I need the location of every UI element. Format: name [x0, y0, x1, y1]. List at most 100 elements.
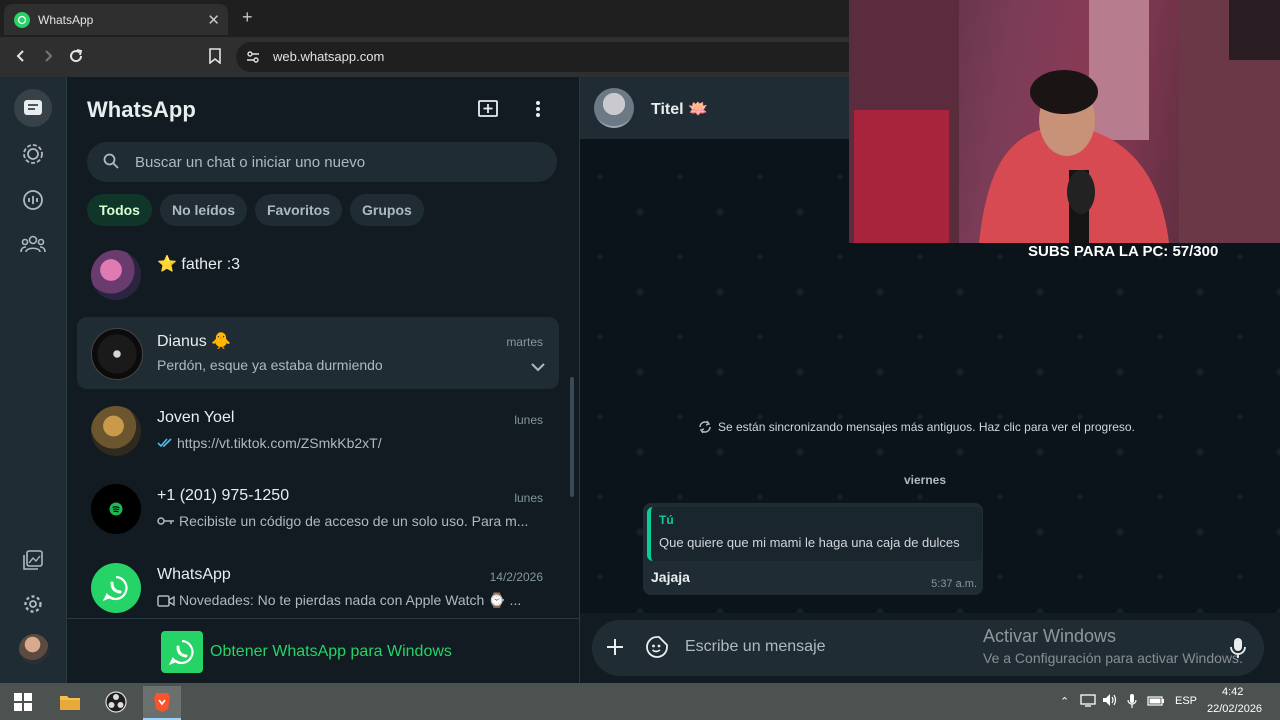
settings-icon[interactable]	[18, 589, 48, 619]
get-app-banner[interactable]: Obtener WhatsApp para Windows	[67, 618, 579, 684]
new-chat-icon[interactable]	[476, 97, 500, 121]
chat-time: lunes	[514, 413, 543, 427]
new-tab-icon[interactable]: +	[242, 7, 253, 28]
chat-row-joven-yoel[interactable]: Joven Yoel lunes https://vt.tiktok.com/Z…	[77, 395, 559, 467]
chat-row-spotify-number[interactable]: +1 (201) 975-1250 lunes Recibiste un cód…	[77, 473, 559, 545]
tab-title: WhatsApp	[38, 12, 94, 27]
contact-name[interactable]: Titel 🪷	[651, 99, 708, 119]
chat-preview: https://vt.tiktok.com/ZSmkKb2xT/	[157, 435, 537, 451]
chat-time: 14/2/2026	[489, 570, 543, 584]
windows-taskbar: ⌃ ESP 4:42 22/02/2026	[0, 683, 1280, 720]
battery-icon[interactable]	[1147, 694, 1165, 712]
media-icon[interactable]	[18, 545, 48, 575]
search-input[interactable]: Buscar un chat o iniciar uno nuevo	[87, 142, 557, 182]
chat-row-father[interactable]: ⭐ father :3	[77, 242, 559, 314]
site-settings-icon[interactable]	[246, 50, 260, 69]
message-time: 5:37 a.m.	[931, 578, 977, 590]
whatsapp-favicon-icon	[14, 11, 30, 28]
video-icon	[157, 594, 175, 607]
sync-icon	[699, 420, 711, 434]
chat-preview-text: Novedades: No te pierdas nada con Apple …	[179, 592, 522, 608]
clock-date[interactable]: 22/02/2026	[1207, 703, 1262, 715]
quote-author: Tú	[659, 513, 674, 527]
sticker-icon[interactable]	[646, 636, 668, 663]
chat-name: WhatsApp	[157, 566, 231, 583]
double-check-icon	[157, 438, 172, 448]
menu-kebab-icon[interactable]	[526, 97, 550, 121]
network-icon[interactable]	[1080, 693, 1096, 712]
status-icon[interactable]	[18, 139, 48, 169]
language-indicator[interactable]: ESP	[1175, 695, 1197, 707]
channels-icon[interactable]	[18, 185, 48, 215]
whatsapp-logo-icon	[102, 575, 128, 602]
contact-avatar[interactable]	[594, 88, 634, 128]
filter-chips: Todos No leídos Favoritos Grupos	[87, 194, 424, 226]
activate-windows-subtitle: Ve a Configuración para activar Windows.	[983, 650, 1243, 666]
activate-windows-title: Activar Windows	[983, 626, 1117, 646]
composer: Escribe un mensaje Activar Windows Ve a …	[580, 613, 1280, 683]
volume-icon[interactable]	[1102, 693, 1118, 712]
spotify-logo-icon	[109, 502, 123, 516]
quoted-message[interactable]: Tú Que quiere que mi mami le haga una ca…	[647, 507, 982, 561]
microphone-tray-icon[interactable]	[1127, 693, 1137, 714]
bookmark-icon[interactable]	[204, 45, 226, 67]
avatar	[91, 563, 141, 613]
search-placeholder: Buscar un chat o iniciar uno nuevo	[135, 154, 366, 171]
message-placeholder: Escribe un mensaje	[685, 638, 826, 655]
close-tab-icon[interactable]: ✕	[207, 11, 220, 29]
message-text: Jajaja	[651, 569, 690, 585]
chat-row-whatsapp[interactable]: WhatsApp 14/2/2026 Novedades: No te pier…	[77, 552, 559, 617]
filter-grupos[interactable]: Grupos	[350, 194, 424, 226]
communities-icon[interactable]	[18, 229, 48, 259]
chat-preview-text: https://vt.tiktok.com/ZSmkKb2xT/	[177, 435, 382, 451]
chat-list: ⭐ father :3 Dianus 🐥 martes Perdón, esqu…	[67, 237, 567, 617]
quote-text: Que quiere que mi mami le haga una caja …	[659, 535, 960, 550]
chat-row-dianus[interactable]: Dianus 🐥 martes Perdón, esque ya estaba …	[77, 317, 559, 389]
filter-todos[interactable]: Todos	[87, 194, 152, 226]
windows-start-icon[interactable]	[4, 686, 42, 718]
profile-avatar[interactable]	[19, 634, 49, 664]
webcam-overlay	[849, 0, 1280, 243]
avatar	[91, 328, 143, 380]
file-explorer-icon[interactable]	[51, 686, 89, 718]
nav-rail	[0, 77, 67, 683]
chevron-down-icon[interactable]	[531, 359, 545, 377]
key-icon	[157, 517, 174, 525]
chat-time: martes	[506, 335, 543, 349]
chat-preview: Perdón, esque ya estaba durmiendo	[157, 357, 537, 373]
sidebar-title: WhatsApp	[87, 97, 196, 122]
chat-name: Dianus 🐥	[157, 333, 232, 350]
chat-name: +1 (201) 975-1250	[157, 487, 290, 504]
chats-icon[interactable]	[14, 89, 52, 127]
clock-time[interactable]: 4:42	[1222, 686, 1243, 698]
avatar	[91, 250, 141, 300]
back-icon[interactable]	[10, 45, 32, 67]
chat-preview: Recibiste un código de acceso de un solo…	[157, 513, 537, 529]
search-icon	[103, 153, 119, 174]
get-app-link[interactable]: Obtener WhatsApp para Windows	[210, 643, 452, 661]
filter-no-leidos[interactable]: No leídos	[159, 194, 247, 226]
attach-plus-icon[interactable]	[605, 637, 625, 662]
tray-chevron-icon[interactable]: ⌃	[1060, 695, 1069, 708]
message-bubble[interactable]: Tú Que quiere que mi mami le haga una ca…	[643, 503, 983, 595]
microphone-icon[interactable]	[1230, 637, 1246, 664]
chat-time: lunes	[514, 491, 543, 505]
brave-browser-icon[interactable]	[143, 686, 181, 720]
forward-icon[interactable]	[37, 45, 59, 67]
chat-preview: Novedades: No te pierdas nada con Apple …	[157, 592, 537, 609]
obs-icon[interactable]	[97, 686, 135, 718]
chat-name: Joven Yoel	[157, 409, 235, 426]
sync-notice[interactable]: Se están sincronizando mensajes más anti…	[698, 420, 1135, 434]
chat-preview-text: Perdón, esque ya estaba durmiendo	[157, 357, 383, 373]
chat-list-scrollbar[interactable]	[570, 377, 574, 497]
avatar	[91, 406, 141, 456]
browser-tab-whatsapp[interactable]: WhatsApp ✕	[4, 4, 228, 35]
webcam-feed-image	[849, 0, 1280, 243]
subs-counter: SUBS PARA LA PC: 57/300	[1028, 243, 1219, 260]
sync-notice-text: Se están sincronizando mensajes más anti…	[718, 420, 1135, 434]
day-separator: viernes	[904, 473, 947, 487]
filter-favoritos[interactable]: Favoritos	[254, 194, 342, 226]
reload-icon[interactable]	[65, 45, 87, 67]
chat-name: ⭐ father :3	[157, 256, 241, 273]
message-input[interactable]: Escribe un mensaje Activar Windows Ve a …	[592, 620, 1264, 676]
